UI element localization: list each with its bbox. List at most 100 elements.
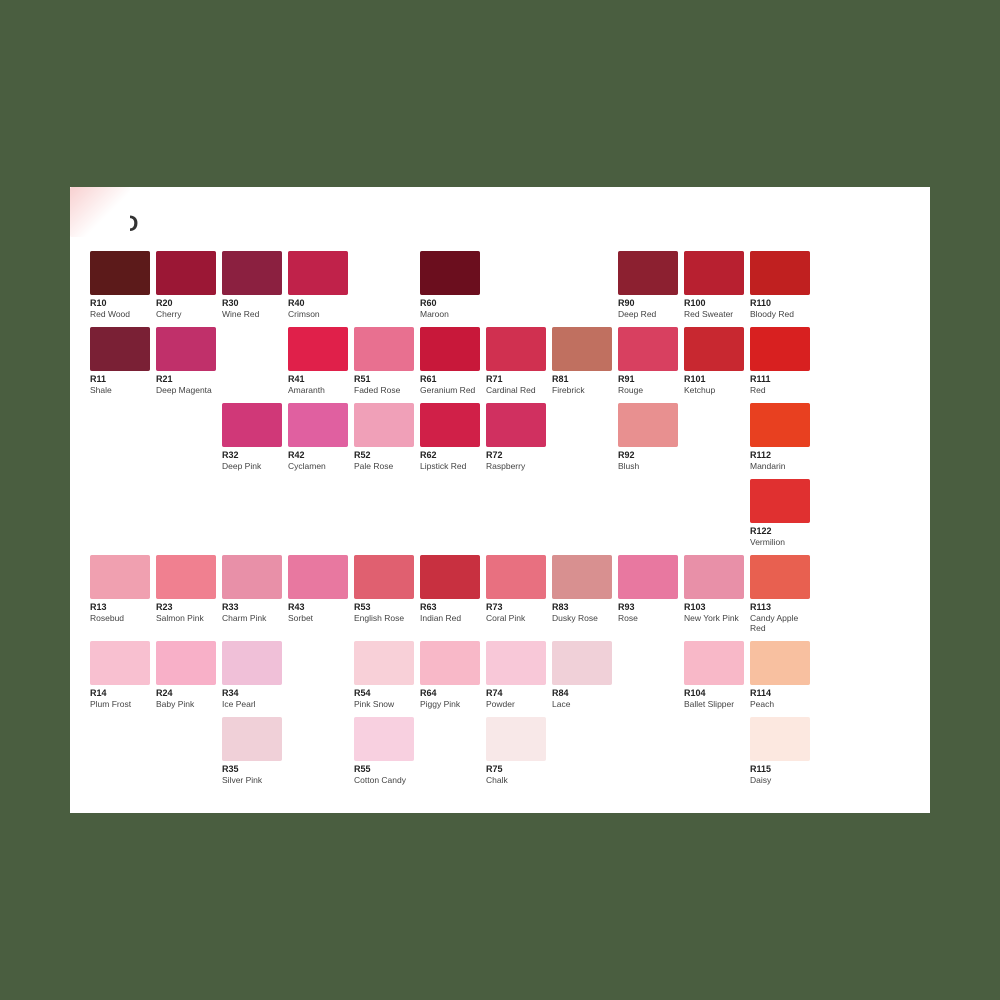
color-name-R73: Coral Pink bbox=[486, 613, 525, 623]
swatch-R33 bbox=[222, 555, 282, 599]
empty-cell-6-0 bbox=[90, 717, 150, 761]
swatch-R101 bbox=[684, 327, 744, 371]
color-code-R74: R74 bbox=[486, 688, 503, 699]
color-code-R30: R30 bbox=[222, 298, 239, 309]
spacer bbox=[156, 479, 216, 523]
spacer bbox=[552, 251, 612, 295]
color-name-R114: Peach bbox=[750, 699, 774, 709]
empty-cell-3-7 bbox=[552, 479, 612, 523]
color-item-R114: R114Peach bbox=[750, 641, 810, 709]
color-name-R24: Baby Pink bbox=[156, 699, 194, 709]
swatch-R30 bbox=[222, 251, 282, 295]
color-item-R32: R32Deep Pink bbox=[222, 403, 282, 471]
color-item-R83: R83Dusky Rose bbox=[552, 555, 612, 623]
swatch-R23 bbox=[156, 555, 216, 599]
swatch-R41 bbox=[288, 327, 348, 371]
color-name-R41: Amaranth bbox=[288, 385, 325, 395]
color-chart-card: RED R10Red WoodR20CherryR30Wine RedR40Cr… bbox=[70, 187, 930, 813]
empty-cell-3-8 bbox=[618, 479, 678, 523]
swatch-R13 bbox=[90, 555, 150, 599]
color-name-R92: Blush bbox=[618, 461, 639, 471]
swatch-R113 bbox=[750, 555, 810, 599]
spacer bbox=[684, 403, 744, 447]
color-grid: R10Red WoodR20CherryR30Wine RedR40Crimso… bbox=[90, 251, 910, 785]
swatch-R35 bbox=[222, 717, 282, 761]
empty-cell-3-9 bbox=[684, 479, 744, 523]
color-item-R11: R11Shale bbox=[90, 327, 150, 395]
color-item-R75: R75Chalk bbox=[486, 717, 546, 785]
color-code-R42: R42 bbox=[288, 450, 305, 461]
color-item-R64: R64Piggy Pink bbox=[420, 641, 480, 709]
swatch-R110 bbox=[750, 251, 810, 295]
color-row-2: R32Deep PinkR42CyclamenR52Pale RoseR62Li… bbox=[90, 403, 910, 471]
color-name-R43: Sorbet bbox=[288, 613, 313, 623]
empty-cell-3-6 bbox=[486, 479, 546, 523]
color-code-R14: R14 bbox=[90, 688, 107, 699]
color-code-R100: R100 bbox=[684, 298, 706, 309]
color-name-R83: Dusky Rose bbox=[552, 613, 598, 623]
swatch-R90 bbox=[618, 251, 678, 295]
color-code-R63: R63 bbox=[420, 602, 437, 613]
empty-cell-6-9 bbox=[684, 717, 744, 761]
swatch-R72 bbox=[486, 403, 546, 447]
color-code-R73: R73 bbox=[486, 602, 503, 613]
color-row-3: R122Vermilion bbox=[90, 479, 910, 547]
color-item-R122: R122Vermilion bbox=[750, 479, 810, 547]
swatch-R52 bbox=[354, 403, 414, 447]
swatch-R61 bbox=[420, 327, 480, 371]
spacer bbox=[684, 479, 744, 523]
color-name-R21: Deep Magenta bbox=[156, 385, 212, 395]
color-name-R40: Crimson bbox=[288, 309, 320, 319]
color-item-R42: R42Cyclamen bbox=[288, 403, 348, 471]
spacer bbox=[618, 717, 678, 761]
color-code-R53: R53 bbox=[354, 602, 371, 613]
swatch-R100 bbox=[684, 251, 744, 295]
color-code-R11: R11 bbox=[90, 374, 106, 385]
color-item-R21: R21Deep Magenta bbox=[156, 327, 216, 395]
color-code-R43: R43 bbox=[288, 602, 305, 613]
empty-cell-0-4 bbox=[354, 251, 414, 295]
empty-cell-3-1 bbox=[156, 479, 216, 523]
spacer bbox=[288, 641, 348, 685]
color-code-R32: R32 bbox=[222, 450, 239, 461]
swatch-R63 bbox=[420, 555, 480, 599]
color-item-R100: R100Red Sweater bbox=[684, 251, 744, 319]
swatch-R62 bbox=[420, 403, 480, 447]
empty-cell-3-4 bbox=[354, 479, 414, 523]
empty-cell-3-3 bbox=[288, 479, 348, 523]
color-name-R13: Rosebud bbox=[90, 613, 124, 623]
color-item-R73: R73Coral Pink bbox=[486, 555, 546, 623]
color-item-R23: R23Salmon Pink bbox=[156, 555, 216, 623]
color-name-R35: Silver Pink bbox=[222, 775, 262, 785]
swatch-R114 bbox=[750, 641, 810, 685]
swatch-R71 bbox=[486, 327, 546, 371]
section-title: RED bbox=[90, 211, 910, 237]
empty-cell-6-3 bbox=[288, 717, 348, 761]
swatch-R75 bbox=[486, 717, 546, 761]
color-item-R40: R40Crimson bbox=[288, 251, 348, 319]
color-row-6: R35Silver PinkR55Cotton CandyR75ChalkR11… bbox=[90, 717, 910, 785]
swatch-R81 bbox=[552, 327, 612, 371]
color-name-R111: Red bbox=[750, 385, 766, 395]
swatch-R60 bbox=[420, 251, 480, 295]
color-code-R55: R55 bbox=[354, 764, 371, 775]
color-item-R55: R55Cotton Candy bbox=[354, 717, 414, 785]
swatch-R40 bbox=[288, 251, 348, 295]
swatch-R11 bbox=[90, 327, 150, 371]
spacer bbox=[156, 403, 216, 447]
color-code-R61: R61 bbox=[420, 374, 437, 385]
swatch-R84 bbox=[552, 641, 612, 685]
color-name-R84: Lace bbox=[552, 699, 570, 709]
spacer bbox=[618, 641, 678, 685]
swatch-R92 bbox=[618, 403, 678, 447]
swatch-R112 bbox=[750, 403, 810, 447]
color-item-R54: R54Pink Snow bbox=[354, 641, 414, 709]
color-item-R113: R113Candy Apple Red bbox=[750, 555, 812, 633]
color-item-R112: R112Mandarin bbox=[750, 403, 810, 471]
color-name-R71: Cardinal Red bbox=[486, 385, 536, 395]
color-code-R34: R34 bbox=[222, 688, 239, 699]
color-item-R81: R81Firebrick bbox=[552, 327, 612, 395]
swatch-R74 bbox=[486, 641, 546, 685]
color-row-1: R11ShaleR21Deep MagentaR41AmaranthR51Fad… bbox=[90, 327, 910, 395]
color-name-R103: New York Pink bbox=[684, 613, 739, 623]
